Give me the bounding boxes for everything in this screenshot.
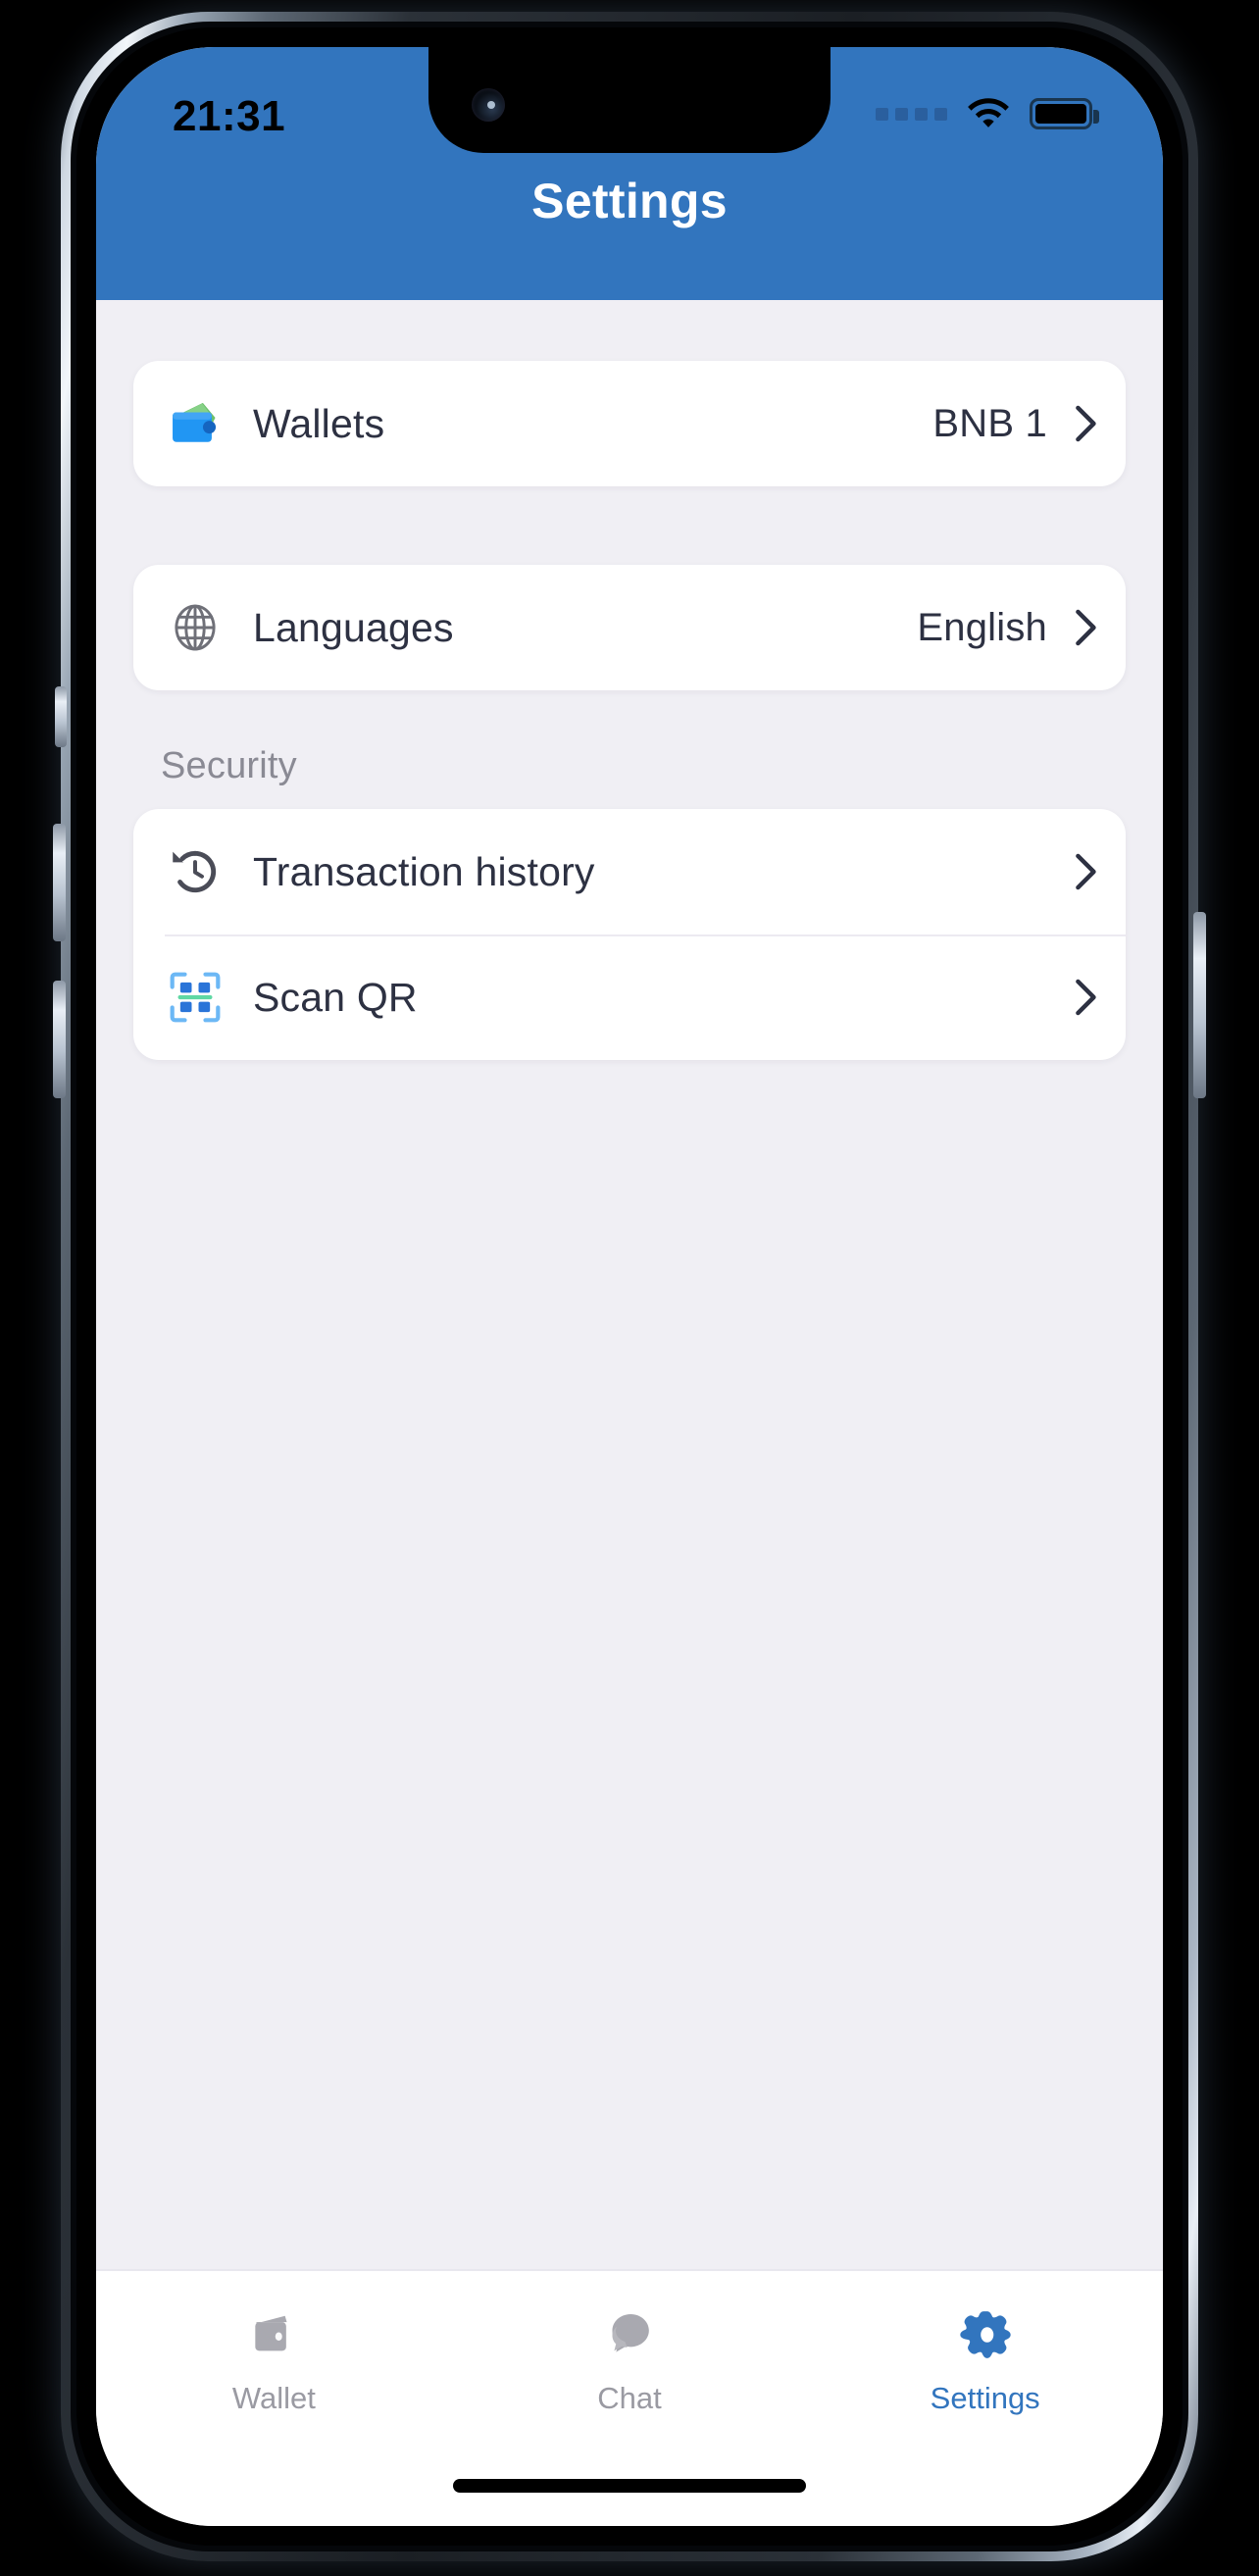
settings-row-scan-qr[interactable]: Scan QR (133, 934, 1126, 1060)
chat-bubble-icon (602, 2304, 657, 2365)
chevron-right-icon (1076, 853, 1096, 890)
power-button[interactable] (1193, 912, 1206, 1098)
section-header-security: Security (161, 745, 297, 786)
settings-row-label: Languages (253, 604, 454, 650)
chevron-right-icon (1076, 979, 1096, 1016)
device-notch (428, 47, 831, 153)
gear-icon (958, 2304, 1013, 2365)
settings-row-transaction-history[interactable]: Transaction history (133, 809, 1126, 934)
tab-wallet[interactable]: Wallet (96, 2271, 452, 2416)
tab-label: Wallet (231, 2381, 316, 2415)
status-bar-clock: 21:31 (173, 92, 286, 140)
settings-card-security: Transaction history Scan QR (133, 809, 1126, 1060)
tab-chat[interactable]: Chat (452, 2271, 808, 2416)
mute-switch[interactable] (55, 686, 67, 747)
settings-row-label: Scan QR (253, 974, 418, 1020)
settings-card-languages: Languages English (133, 565, 1126, 690)
settings-row-wallets[interactable]: Wallets BNB 1 (133, 361, 1126, 486)
volume-up-button[interactable] (53, 824, 66, 941)
settings-row-languages[interactable]: Languages English (133, 565, 1126, 690)
home-indicator[interactable] (453, 2479, 806, 2493)
settings-card-wallets: Wallets BNB 1 (133, 361, 1126, 486)
settings-row-value: English (917, 605, 1047, 649)
qr-scan-icon (165, 967, 226, 1028)
chevron-right-icon (1076, 609, 1096, 646)
chevron-right-icon (1076, 405, 1096, 442)
tab-settings[interactable]: Settings (807, 2271, 1163, 2416)
settings-content: Wallets BNB 1 Languages English Security… (96, 300, 1163, 2269)
globe-icon (165, 597, 226, 658)
page-title: Settings (531, 174, 728, 228)
tab-label: Chat (597, 2381, 662, 2415)
front-camera-icon (472, 88, 505, 122)
screenshot-stage: 21:31 Settings Wallets BNB 1 Languages E… (0, 0, 1259, 2576)
volume-down-button[interactable] (53, 981, 66, 1098)
signal-dots-icon (876, 107, 947, 121)
tab-label: Settings (930, 2381, 1040, 2415)
battery-full-icon (1030, 98, 1099, 129)
settings-row-label: Wallets (253, 400, 385, 446)
history-clock-icon (165, 841, 226, 902)
settings-row-label: Transaction history (253, 848, 595, 894)
status-bar-indicators (876, 92, 1099, 135)
phone-screen: 21:31 Settings Wallets BNB 1 Languages E… (96, 47, 1163, 2526)
app-header: 21:31 Settings (96, 47, 1163, 300)
wallet-icon (165, 393, 226, 454)
bottom-tab-bar: Wallet Chat Settings (96, 2269, 1163, 2526)
wifi-icon (968, 98, 1009, 127)
settings-row-value: BNB 1 (932, 401, 1047, 445)
wallet-tab-icon (246, 2304, 301, 2365)
